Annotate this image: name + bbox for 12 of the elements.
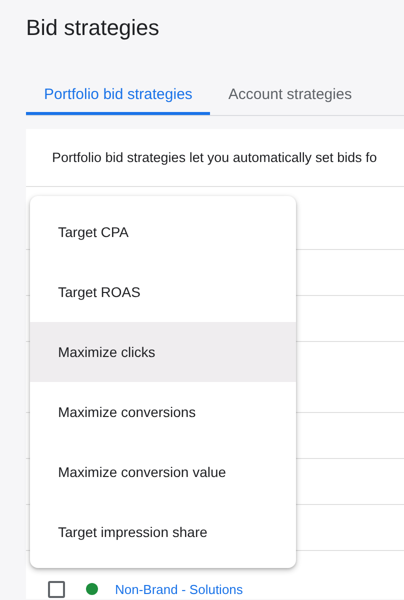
menu-item[interactable]: Maximize clicks [30,322,296,382]
page-title: Bid strategies [25,14,160,42]
menu-item[interactable]: Target ROAS [30,262,296,322]
tab[interactable]: Portfolio bid strategies [26,76,210,115]
menu-item[interactable]: Maximize conversion value [30,442,296,502]
description-text: Portfolio bid strategies let you automatically set bids fo [52,150,377,165]
menu-item[interactable]: Target impression share [30,502,296,562]
strategy-link[interactable]: Non-Brand - Solutions [115,582,243,596]
checkbox[interactable] [48,580,65,598]
tab[interactable]: Account strategies [210,76,370,115]
menu-item[interactable]: Maximize conversions [30,382,296,442]
menu-item[interactable]: Target CPA [30,202,296,262]
